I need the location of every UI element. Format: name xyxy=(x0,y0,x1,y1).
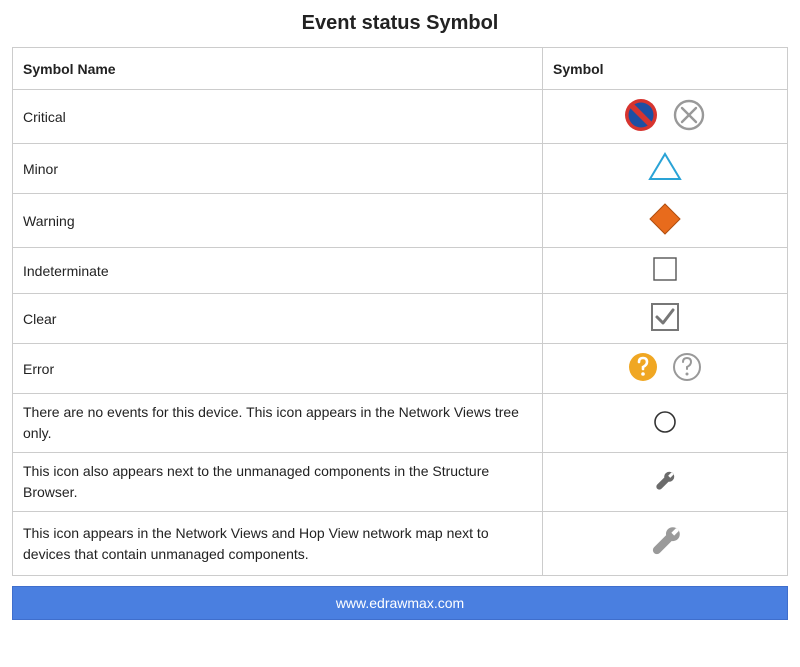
header-symbol: Symbol xyxy=(543,48,788,90)
table-row: There are no events for this device. Thi… xyxy=(13,394,788,453)
table-row: Minor xyxy=(13,144,788,194)
row-label: Minor xyxy=(13,144,543,194)
page-title: Event status Symbol xyxy=(12,12,788,35)
error-icon xyxy=(628,352,658,385)
wrench-small-icon xyxy=(650,483,680,499)
row-label: Critical xyxy=(13,90,543,144)
indeterminate-icon xyxy=(652,269,678,285)
header-symbol-name: Symbol Name xyxy=(13,48,543,90)
table-row: This icon also appears next to the unman… xyxy=(13,453,788,512)
wrench-large-icon xyxy=(643,551,687,567)
footer-link[interactable]: www.edrawmax.com xyxy=(12,586,788,620)
clear-icon xyxy=(650,319,680,335)
table-row: This icon appears in the Network Views a… xyxy=(13,512,788,576)
row-label: Indeterminate xyxy=(13,248,543,294)
critical-icon xyxy=(624,98,658,135)
table-row: Error xyxy=(13,344,788,394)
no-events-icon xyxy=(652,422,678,438)
warning-icon xyxy=(648,223,682,239)
row-label: Clear xyxy=(13,294,543,344)
row-label: Error xyxy=(13,344,543,394)
minor-icon xyxy=(647,169,683,185)
table-row: Indeterminate xyxy=(13,248,788,294)
row-label: Warning xyxy=(13,194,543,248)
symbol-table: Symbol Name Symbol Critical xyxy=(12,47,788,576)
row-label: There are no events for this device. Thi… xyxy=(13,394,543,453)
critical-ghost-icon xyxy=(672,98,706,135)
error-ghost-icon xyxy=(672,352,702,385)
table-row: Clear xyxy=(13,294,788,344)
table-header-row: Symbol Name Symbol xyxy=(13,48,788,90)
table-row: Critical xyxy=(13,90,788,144)
row-label: This icon also appears next to the unman… xyxy=(13,453,543,512)
table-row: Warning xyxy=(13,194,788,248)
row-label: This icon appears in the Network Views a… xyxy=(13,512,543,576)
